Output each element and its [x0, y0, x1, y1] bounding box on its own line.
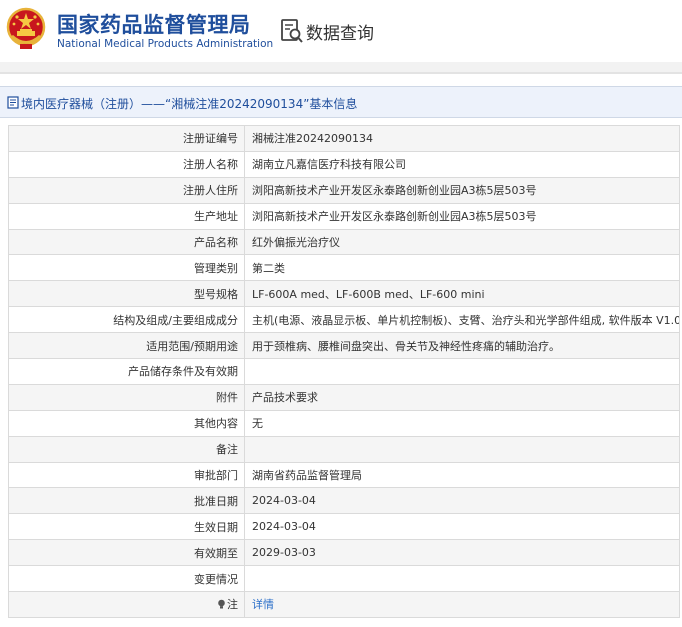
note-value-cell: 详情 [244, 591, 680, 618]
field-value [244, 435, 680, 463]
national-emblem-icon [6, 7, 46, 49]
field-value: 2024-03-04 [244, 513, 680, 541]
field-value: 主机(电源、液晶显示板、单片机控制板)、支臂、治疗头和光学部件组成, 软件版本 … [244, 306, 680, 334]
site-name-en: National Medical Products Administration [57, 38, 274, 50]
table-row: 注册人住所 浏阳高新技术产业开发区永泰路创新创业园A3栋5层503号 [8, 176, 680, 204]
field-label: 审批部门 [8, 461, 245, 489]
table-row: 其他内容无 [8, 409, 680, 437]
header-rule [0, 72, 682, 74]
field-value [244, 565, 680, 593]
field-value: 红外偏振光治疗仪 [244, 228, 680, 256]
table-row: 批准日期 2024-03-04 [8, 487, 680, 515]
table-row: 结构及组成/主要组成成分 主机(电源、液晶显示板、单片机控制板)、支臂、治疗头和光… [8, 306, 680, 334]
field-value: LF-600A med、LF-600B med、LF-600 mini [244, 280, 680, 308]
field-value: 产品技术要求 [244, 383, 680, 411]
field-value: 2029-03-03 [244, 539, 680, 567]
table-row: 注册证编号 湘械注准20242090134 [8, 125, 680, 152]
field-label: 有效期至 [8, 539, 245, 567]
table-row: 注册人名称 湖南立凡嘉信医疗科技有限公司 [8, 150, 680, 178]
field-value: 用于颈椎病、腰椎间盘突出、骨关节及神经性疼痛的辅助治疗。 [244, 332, 680, 360]
field-value: 浏阳高新技术产业开发区永泰路创新创业园A3栋5层503号 [244, 202, 680, 230]
field-label: 型号规格 [8, 280, 245, 308]
field-value: 浏阳高新技术产业开发区永泰路创新创业园A3栋5层503号 [244, 176, 680, 204]
field-label: 产品名称 [8, 228, 245, 256]
field-label: 结构及组成/主要组成成分 [8, 306, 245, 334]
lightbulb-icon [218, 600, 225, 609]
record-table: 注册证编号 湘械注准20242090134 注册人名称 湖南立凡嘉信医疗科技有限公司注… [8, 125, 680, 618]
field-value: 湖南立凡嘉信医疗科技有限公司 [244, 150, 680, 178]
table-row: 管理类别 第二类 [8, 254, 680, 282]
table-row: 备注 [8, 435, 680, 463]
field-label: 注册证编号 [8, 125, 245, 152]
site-name-cn: 国家药品监督管理局 [57, 13, 251, 37]
note-label-cell: 注 [8, 591, 245, 618]
field-value: 第二类 [244, 254, 680, 282]
table-row: 变更情况 [8, 565, 680, 593]
field-label: 生产地址 [8, 202, 245, 230]
breadcrumb-text: 境内医疗器械（注册）——“湘械注准20242090134”基本信息 [21, 97, 358, 111]
table-row: 产品名称 红外偏振光治疗仪 [8, 228, 680, 256]
field-label: 注册人名称 [8, 150, 245, 178]
breadcrumb: 境内医疗器械（注册）——“湘械注准20242090134”基本信息 [0, 86, 682, 118]
table-row: 型号规格 LF-600A med、LF-600B med、LF-600 mini [8, 280, 680, 308]
field-value: 湖南省药品监督管理局 [244, 461, 680, 489]
field-label: 生效日期 [8, 513, 245, 541]
field-label: 备注 [8, 435, 245, 463]
field-label: 批准日期 [8, 487, 245, 515]
field-label: 其他内容 [8, 409, 245, 437]
note-row: 注 详情 [8, 591, 680, 618]
details-link[interactable]: 详情 [252, 598, 274, 611]
field-label: 适用范围/预期用途 [8, 332, 245, 360]
query-title: 数据查询 [306, 24, 374, 44]
field-label: 产品储存条件及有效期 [8, 358, 245, 385]
field-value [244, 358, 680, 385]
table-row: 附件 产品技术要求 [8, 383, 680, 411]
field-label: 变更情况 [8, 565, 245, 593]
field-label: 附件 [8, 383, 245, 411]
table-row: 生产地址 浏阳高新技术产业开发区永泰路创新创业园A3栋5层503号 [8, 202, 680, 230]
field-label: 管理类别 [8, 254, 245, 282]
note-label: 注 [227, 598, 238, 612]
table-row: 有效期至 2029-03-03 [8, 539, 680, 567]
field-value: 2024-03-04 [244, 487, 680, 515]
table-row: 生效日期 2024-03-04 [8, 513, 680, 541]
header-divider [0, 62, 682, 72]
field-value: 湘械注准20242090134 [244, 125, 680, 152]
document-search-icon [281, 19, 303, 43]
table-row: 产品储存条件及有效期 [8, 358, 680, 385]
table-row: 审批部门 湖南省药品监督管理局 [8, 461, 680, 489]
site-header: 国家药品监督管理局 National Medical Products Admi… [0, 0, 682, 62]
table-row: 适用范围/预期用途 用于颈椎病、腰椎间盘突出、骨关节及神经性疼痛的辅助治疗。 [8, 332, 680, 360]
field-value: 无 [244, 409, 680, 437]
document-icon [7, 96, 19, 109]
field-label: 注册人住所 [8, 176, 245, 204]
